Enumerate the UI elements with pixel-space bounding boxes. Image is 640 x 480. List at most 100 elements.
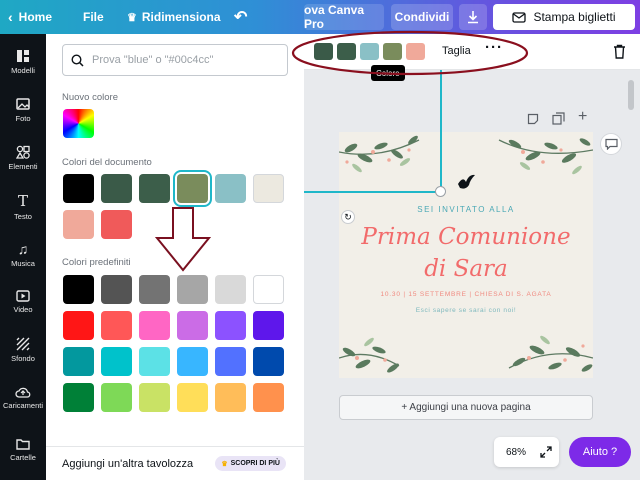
video-icon [16, 290, 30, 302]
color-swatch[interactable] [177, 275, 208, 304]
more-options-icon[interactable]: ··· [485, 39, 503, 56]
sidebar-item-elements[interactable]: Elementi [0, 134, 46, 182]
music-icon: ♫ [17, 240, 29, 257]
download-button[interactable] [459, 4, 487, 30]
comment-button[interactable] [600, 133, 622, 155]
folders-icon [16, 439, 30, 450]
color-swatch[interactable] [177, 311, 208, 340]
color-swatch[interactable] [63, 311, 94, 340]
share-button[interactable]: Condividi [391, 4, 453, 30]
context-color-swatch[interactable] [406, 43, 425, 60]
text-icon: T [17, 191, 28, 210]
selection-handle[interactable] [435, 186, 446, 197]
color-swatch[interactable] [215, 347, 246, 376]
sidebar-item-text[interactable]: T Testo [0, 182, 46, 230]
try-pro-button[interactable]: ova Canva Pro [304, 3, 384, 31]
resize-button[interactable]: ♛ Ridimensiona [127, 0, 221, 34]
color-swatch[interactable] [215, 275, 246, 304]
color-swatch[interactable] [177, 174, 208, 203]
sidebar-item-uploads[interactable]: Caricamenti [0, 374, 46, 422]
color-swatch[interactable] [63, 174, 94, 203]
color-swatch[interactable] [101, 347, 132, 376]
crop-button[interactable]: Taglia [442, 45, 471, 57]
dove-icon [458, 174, 475, 189]
rotate-handle[interactable]: ↻ [341, 210, 355, 224]
notes-icon[interactable] [527, 113, 539, 125]
color-swatch[interactable] [139, 275, 170, 304]
crown-icon: ♛ [221, 460, 228, 468]
undo-icon: ↶ [234, 9, 248, 26]
context-color-swatch[interactable] [337, 43, 356, 60]
zoom-level: 68% [506, 446, 527, 458]
sidebar-item-music[interactable]: ♫ Musica [0, 230, 46, 278]
discover-badge[interactable]: ♛ SCOPRI DI PIÙ [215, 456, 286, 471]
expand-icon[interactable] [540, 446, 552, 458]
color-swatch[interactable] [63, 210, 94, 239]
color-swatch[interactable] [253, 347, 284, 376]
color-swatch[interactable] [215, 311, 246, 340]
sidebar-item-video[interactable]: Video [0, 278, 46, 326]
context-color-swatch[interactable] [383, 43, 402, 60]
color-swatch[interactable] [253, 174, 284, 203]
event-subtext: Esci sapere se sarai con noi! [415, 307, 517, 314]
top-bar: ‹ Home File ♛ Ridimensiona ↶ ova Canva P… [0, 0, 640, 34]
duplicate-icon[interactable] [552, 112, 565, 125]
chevron-left-icon: ‹ [8, 9, 13, 25]
color-swatch[interactable] [139, 383, 170, 412]
undo-button[interactable]: ↶ [234, 0, 247, 34]
color-swatch[interactable] [177, 383, 208, 412]
color-search-input[interactable] [92, 54, 272, 66]
context-color-swatch[interactable] [314, 43, 333, 60]
color-swatch[interactable] [139, 311, 170, 340]
color-swatch[interactable] [215, 174, 246, 203]
add-palette-bar: Aggiungi un'altra tavolozza ♛ SCOPRI DI … [46, 446, 304, 480]
color-swatch[interactable] [63, 383, 94, 412]
zoom-control[interactable]: 68% [494, 437, 559, 467]
leaf-garland-bottom [339, 335, 593, 373]
comment-icon [605, 138, 618, 150]
help-button[interactable]: Aiuto ? [569, 437, 631, 467]
left-sidebar: Modelli Foto Elementi T Testo ♫ Musica V… [0, 34, 46, 480]
rotate-icon: ↻ [344, 211, 352, 222]
color-search [62, 44, 288, 76]
color-swatch[interactable] [139, 347, 170, 376]
color-swatch[interactable] [253, 275, 284, 304]
sidebar-item-folders[interactable]: Cartelle [0, 426, 46, 474]
sidebar-item-background[interactable]: Sfondo [0, 326, 46, 374]
file-menu[interactable]: File [83, 0, 104, 34]
invited-text: SEI INVITATO ALLA [417, 205, 515, 214]
add-palette-link[interactable]: Aggiungi un'altra tavolozza [62, 458, 193, 470]
new-color-title: Nuovo colore [62, 92, 118, 103]
color-swatch[interactable] [139, 174, 170, 203]
design-page[interactable]: SEI INVITATO ALLA Prima Comunione di Sar… [339, 132, 593, 378]
add-icon[interactable]: + [578, 108, 587, 126]
color-swatch[interactable] [101, 275, 132, 304]
color-swatch[interactable] [63, 347, 94, 376]
color-swatch[interactable] [253, 383, 284, 412]
uploads-icon [15, 387, 31, 398]
color-swatch[interactable] [253, 311, 284, 340]
event-title-line1: Prima Comunione [361, 224, 571, 250]
color-swatch[interactable] [177, 347, 208, 376]
templates-icon [17, 50, 29, 62]
new-color-button[interactable] [63, 109, 94, 138]
color-panel: Nuovo colore Colori del documento Colori… [46, 34, 304, 480]
color-swatch[interactable] [101, 174, 132, 203]
color-swatch[interactable] [101, 383, 132, 412]
color-swatch[interactable] [101, 210, 132, 239]
context-color-swatch[interactable] [360, 43, 379, 60]
home-button[interactable]: ‹ Home [8, 0, 52, 34]
search-icon [71, 53, 84, 67]
color-swatch[interactable] [63, 275, 94, 304]
trash-icon[interactable] [613, 44, 626, 59]
color-tooltip: Colore [371, 65, 405, 81]
print-cards-button[interactable]: Stampa biglietti [493, 4, 635, 30]
sidebar-item-photos[interactable]: Foto [0, 86, 46, 134]
scrollbar-thumb[interactable] [628, 80, 634, 110]
add-page-button[interactable]: + Aggiungi una nuova pagina [339, 395, 593, 420]
sidebar-item-templates[interactable]: Modelli [0, 38, 46, 86]
color-swatch[interactable] [101, 311, 132, 340]
event-title-line2: di Sara [424, 256, 508, 282]
editor-scrollbar[interactable] [626, 70, 636, 470]
color-swatch[interactable] [215, 383, 246, 412]
